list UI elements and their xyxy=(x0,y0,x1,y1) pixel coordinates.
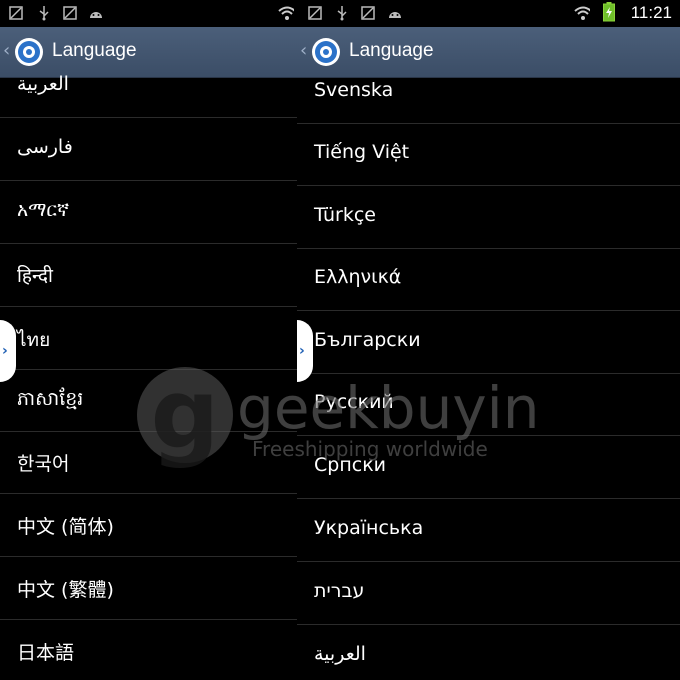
list-item[interactable]: Ελληνικά xyxy=(297,248,680,311)
list-item[interactable]: עברית xyxy=(297,562,680,625)
language-label: Svenska xyxy=(314,79,394,101)
list-item[interactable]: 한국어 xyxy=(0,431,297,494)
image-icon xyxy=(62,5,78,21)
back-chevron-icon[interactable]: ‹ xyxy=(300,40,307,62)
wifi-icon xyxy=(278,5,294,21)
language-label: ភាសាខ្មែរ xyxy=(17,388,84,410)
right-screen: 11:21 ‹ Language Svenska Tiếng Việt Türk… xyxy=(297,0,680,680)
language-label: አማርኛ xyxy=(17,199,70,221)
language-label: हिन्दी xyxy=(17,265,53,287)
list-item[interactable]: 日本語 xyxy=(0,620,297,680)
edge-panel-handle[interactable]: › xyxy=(0,320,16,382)
language-label: Български xyxy=(314,329,421,351)
list-item[interactable]: Tiếng Việt xyxy=(297,123,680,186)
image-icon xyxy=(360,5,376,21)
list-item[interactable]: Српски xyxy=(297,436,680,499)
edge-panel-handle[interactable]: › xyxy=(297,320,313,382)
wifi-icon xyxy=(574,5,590,21)
language-label: 中文 (繁體) xyxy=(17,579,114,601)
usb-icon xyxy=(36,5,52,21)
language-label: العربية xyxy=(17,73,69,95)
language-label: 中文 (简体) xyxy=(17,516,114,538)
list-item[interactable]: العربية xyxy=(297,625,680,680)
language-label: Türkçe xyxy=(314,204,376,226)
language-label: Српски xyxy=(314,454,387,476)
clock: 11:21 xyxy=(630,3,672,22)
language-label: Tiếng Việt xyxy=(314,141,410,163)
list-item[interactable]: 中文 (简体) xyxy=(0,494,297,557)
list-item[interactable]: Українська xyxy=(297,499,680,562)
battery-charging-icon xyxy=(602,2,616,22)
language-label: 한국어 xyxy=(17,453,70,475)
list-item[interactable]: Български xyxy=(297,311,680,374)
language-label: עברית xyxy=(314,580,365,602)
language-label: Українська xyxy=(314,517,424,539)
left-screen: ‹ Language العربية فارسی አማርኛ हिन्दी ไทย… xyxy=(0,0,297,680)
usb-icon xyxy=(334,5,350,21)
list-item[interactable]: العربية xyxy=(0,55,297,118)
android-icon xyxy=(88,5,104,21)
language-label: Русский xyxy=(314,391,394,413)
chevron-right-icon: › xyxy=(299,343,305,359)
status-bar: 11:21 xyxy=(297,0,680,27)
status-bar xyxy=(0,0,297,27)
language-label: فارسی xyxy=(17,136,73,158)
list-item[interactable]: ភាសាខ្មែរ xyxy=(0,369,297,432)
chevron-right-icon: › xyxy=(2,343,8,359)
android-icon xyxy=(387,5,403,21)
list-item[interactable]: فارسی xyxy=(0,118,297,181)
image-icon xyxy=(307,5,323,21)
language-label: العربية xyxy=(314,643,366,665)
list-item[interactable]: ไทย xyxy=(0,307,297,370)
language-label: ไทย xyxy=(17,329,51,351)
language-label: 日本語 xyxy=(17,642,75,664)
page-title: Language xyxy=(349,40,434,61)
list-item[interactable]: Svenska xyxy=(297,61,680,124)
list-item[interactable]: አማርኛ xyxy=(0,181,297,244)
list-item[interactable]: हिन्दी xyxy=(0,244,297,307)
list-item[interactable]: 中文 (繁體) xyxy=(0,557,297,620)
list-item[interactable]: Türkçe xyxy=(297,186,680,249)
language-label: Ελληνικά xyxy=(314,266,402,288)
image-icon xyxy=(8,5,24,21)
list-item[interactable]: Русский xyxy=(297,373,680,436)
